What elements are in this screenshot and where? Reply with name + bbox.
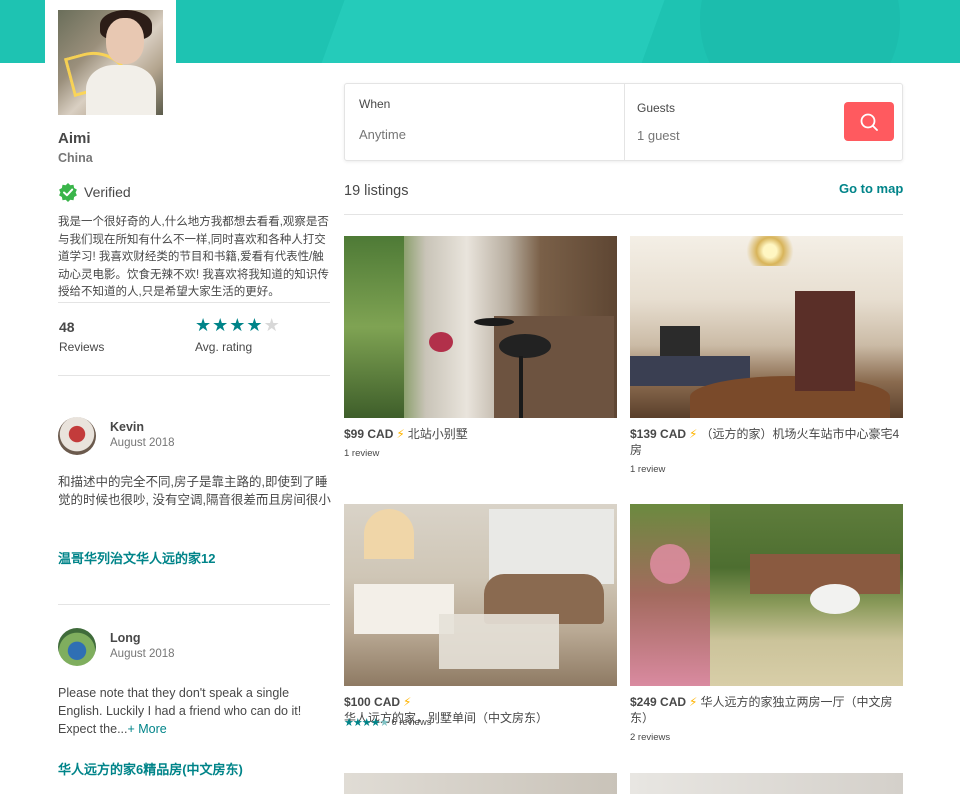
divider <box>344 214 903 215</box>
listing-price: $249 CAD <box>630 695 687 709</box>
divider <box>58 375 330 376</box>
listing-price: $99 CAD <box>344 427 394 441</box>
listing-review-count: 1 review <box>344 448 380 459</box>
listing-review-count: 2 reviews <box>630 732 671 743</box>
listing-name: 北站小别墅 <box>407 427 468 441</box>
listing-price: $100 CAD <box>344 695 401 709</box>
avg-rating-label: Avg. rating <box>195 340 253 354</box>
banner-decoration <box>293 0 687 63</box>
instant-book-icon: ⚡ <box>396 427 405 441</box>
review-date: August 2018 <box>110 648 175 660</box>
listing-rating-stars: ★★★★★ <box>344 717 389 729</box>
instant-book-icon: ⚡ <box>689 427 698 441</box>
guests-label: Guests <box>637 101 676 115</box>
review-text: Please note that they don't speak a sing… <box>58 684 333 738</box>
instant-book-icon: ⚡ <box>689 695 698 709</box>
banner-decoration <box>700 0 900 63</box>
go-to-map-link[interactable]: Go to map <box>839 181 903 196</box>
listing-price: $139 CAD <box>630 427 687 441</box>
avg-rating-stars: ★ ★ ★ ★ ★ <box>195 316 281 334</box>
avatar-photo-detail <box>106 18 144 64</box>
listing-meta: 1 review <box>630 464 665 475</box>
listing-meta: 2 reviews <box>630 732 670 743</box>
reviewer-avatar[interactable] <box>58 628 96 666</box>
listing-title[interactable]: $249 CAD ⚡ 华人远方的家独立两房一厅（中文房东） <box>630 694 903 726</box>
listing-review-count: 6 reviews <box>391 717 432 728</box>
search-separator <box>624 84 625 160</box>
more-link[interactable]: + More <box>127 722 166 736</box>
review-text: 和描述中的完全不同,房子是靠主路的,即使到了睡觉的时候也很吵, 没有空调,隔音很… <box>58 475 331 507</box>
host-name: Aimi <box>58 130 91 147</box>
reviewer-name[interactable]: Long <box>110 631 141 645</box>
reviewer-name[interactable]: Kevin <box>110 420 144 434</box>
listing-photo-partial[interactable] <box>344 773 617 794</box>
listing-meta: 1 review <box>344 448 379 459</box>
listing-title[interactable]: $139 CAD ⚡ （远方的家）机场火车站市中心豪宅4房 <box>630 426 903 458</box>
star-icon: ★ <box>263 315 280 335</box>
listing-photo[interactable] <box>344 236 617 418</box>
host-avatar[interactable] <box>58 10 163 115</box>
listing-photo-partial[interactable] <box>630 773 903 794</box>
star-icon: ★ <box>212 315 229 335</box>
listing-photo[interactable] <box>630 236 903 418</box>
host-bio: 我是一个很好奇的人,什么地方我都想去看看,观察是否与我们现在所知有什么不一样,同… <box>58 216 329 298</box>
review-count: 48 <box>59 319 75 335</box>
host-country: China <box>58 151 93 165</box>
listing-review-count: 1 review <box>630 464 666 475</box>
search-icon <box>860 113 878 131</box>
review-date: August 2018 <box>110 437 175 449</box>
reviewer-avatar[interactable] <box>58 417 96 455</box>
verified-badge: Verified <box>58 182 131 202</box>
review-listing-link[interactable]: 温哥华列治文华人远的家12 <box>58 548 215 567</box>
instant-book-icon: ⚡ <box>403 695 412 709</box>
verified-label: Verified <box>84 184 131 200</box>
listing-photo[interactable] <box>630 504 903 686</box>
star-icon: ★ <box>195 315 212 335</box>
search-button[interactable] <box>844 102 894 141</box>
guests-input[interactable]: 1 guest <box>637 128 680 143</box>
review-count-label: Reviews <box>59 340 105 354</box>
star-icon: ★ <box>246 315 263 335</box>
divider <box>58 302 330 303</box>
listing-photo[interactable] <box>344 504 617 686</box>
star-icon: ★ <box>229 315 246 335</box>
when-label: When <box>359 97 391 111</box>
avatar-photo-detail <box>86 65 156 115</box>
verified-shield-icon <box>59 183 77 202</box>
listing-title[interactable]: $99 CAD ⚡ 北站小别墅 <box>344 426 617 442</box>
when-input[interactable]: Anytime <box>359 127 406 142</box>
listing-meta: ★★★★★ 6 reviews <box>344 716 431 729</box>
review-listing-link[interactable]: 华人远方的家6精品房(中文房东) <box>58 759 243 778</box>
search-bar: When Anytime Guests 1 guest <box>344 83 903 161</box>
review-text-body: Please note that they don't speak a sing… <box>58 686 302 736</box>
divider <box>58 604 330 605</box>
listings-count: 19 listings <box>344 183 409 199</box>
